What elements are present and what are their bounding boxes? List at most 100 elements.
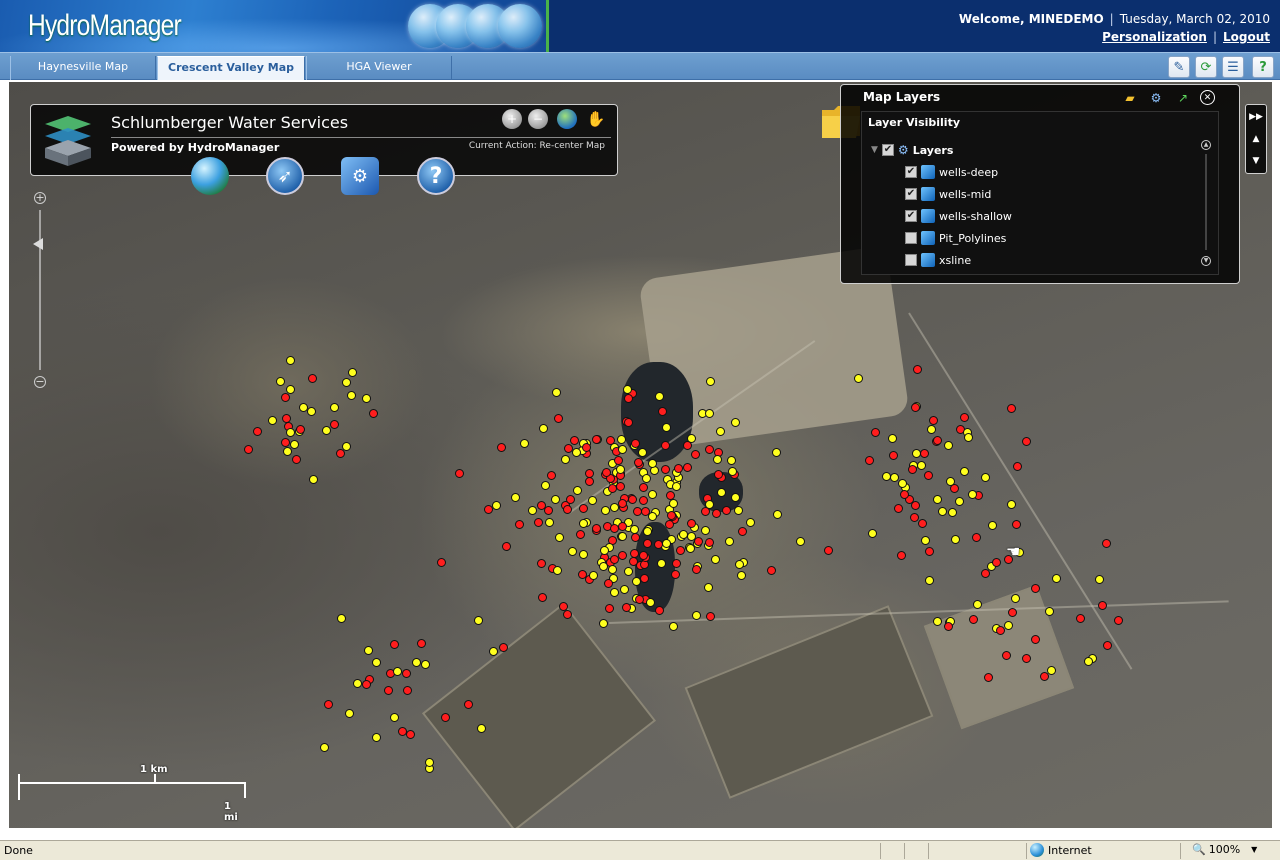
well-marker[interactable] [639,551,648,560]
well-marker[interactable] [868,529,877,538]
well-marker[interactable] [1002,651,1011,660]
help-icon[interactable]: ? [417,157,455,195]
well-marker[interactable] [1076,614,1085,623]
well-marker[interactable] [576,530,585,539]
well-marker[interactable] [713,455,722,464]
well-marker[interactable] [686,544,695,553]
well-marker[interactable] [701,526,710,535]
well-marker[interactable] [924,471,933,480]
well-marker[interactable] [662,539,671,548]
well-marker[interactable] [658,407,667,416]
well-marker[interactable] [920,449,929,458]
edit-icon[interactable]: ✎ [1168,56,1190,78]
well-marker[interactable] [592,524,601,533]
well-marker[interactable] [617,435,626,444]
well-marker[interactable] [541,481,550,490]
layer-row-pit-polylines[interactable]: Pit_Polylines [905,229,1006,247]
well-marker[interactable] [973,600,982,609]
full-extent-icon[interactable] [557,109,577,129]
well-marker[interactable] [640,574,649,583]
well-marker[interactable] [944,441,953,450]
well-marker[interactable] [917,461,926,470]
well-marker[interactable] [502,542,511,551]
well-marker[interactable] [648,490,657,499]
well-marker[interactable] [1098,601,1107,610]
well-marker[interactable] [716,427,725,436]
well-marker[interactable] [605,604,614,613]
notes-icon[interactable]: ☰ [1222,56,1244,78]
well-marker[interactable] [1095,575,1104,584]
layer-row-wells-mid[interactable]: ✔ wells-mid [905,185,991,203]
well-marker[interactable] [911,403,920,412]
well-marker[interactable] [568,547,577,556]
well-marker[interactable] [579,504,588,513]
well-marker[interactable] [606,436,615,445]
well-marker[interactable] [620,585,629,594]
well-marker[interactable] [639,483,648,492]
well-marker[interactable] [1012,520,1021,529]
well-marker[interactable] [731,418,740,427]
tab-haynesville-map[interactable]: Haynesville Map [10,56,156,80]
well-marker[interactable] [633,507,642,516]
well-marker[interactable] [889,451,898,460]
well-marker[interactable] [927,425,936,434]
layer-root-checkbox[interactable]: ✔ [881,144,894,156]
well-marker[interactable] [547,471,556,480]
zoom-out-icon[interactable]: − [528,109,548,129]
well-marker[interactable] [734,506,743,515]
layers-scrollbar[interactable]: ▲ ▼ [1201,140,1211,266]
well-marker[interactable] [642,474,651,483]
well-marker[interactable] [600,546,609,555]
well-marker[interactable] [561,455,570,464]
well-marker[interactable] [281,393,290,402]
well-marker[interactable] [384,686,393,695]
well-marker[interactable] [585,469,594,478]
well-marker[interactable] [671,570,680,579]
zoom-in-icon[interactable]: + [502,109,522,129]
well-marker[interactable] [630,549,639,558]
well-marker[interactable] [722,506,731,515]
well-marker[interactable] [796,537,805,546]
layer-checkbox[interactable] [905,232,917,244]
well-marker[interactable] [641,507,650,516]
well-marker[interactable] [955,497,964,506]
well-marker[interactable] [938,507,947,516]
well-marker[interactable] [712,509,721,518]
well-marker[interactable] [578,570,587,579]
well-marker[interactable] [345,709,354,718]
zoom-slider[interactable]: + − [32,190,48,390]
well-marker[interactable] [308,374,317,383]
well-marker[interactable] [631,439,640,448]
well-marker[interactable] [933,495,942,504]
tab-crescent-valley-map[interactable]: Crescent Valley Map [157,56,305,80]
well-marker[interactable] [772,448,781,457]
well-marker[interactable] [608,565,617,574]
well-marker[interactable] [683,441,692,450]
well-marker[interactable] [951,535,960,544]
well-marker[interactable] [933,436,942,445]
well-marker[interactable] [622,603,631,612]
well-marker[interactable] [960,467,969,476]
well-marker[interactable] [854,374,863,383]
open-folder-icon[interactable]: ▰ [1121,89,1139,107]
well-marker[interactable] [425,758,434,767]
well-marker[interactable] [369,409,378,418]
well-marker[interactable] [639,496,648,505]
well-marker[interactable] [342,442,351,451]
well-marker[interactable] [286,356,295,365]
well-marker[interactable] [705,409,714,418]
well-marker[interactable] [1007,404,1016,413]
well-marker[interactable] [646,598,655,607]
well-marker[interactable] [610,588,619,597]
well-marker[interactable] [1007,500,1016,509]
well-marker[interactable] [661,441,670,450]
well-marker[interactable] [579,519,588,528]
well-marker[interactable] [563,505,572,514]
well-marker[interactable] [705,500,714,509]
well-marker[interactable] [674,464,683,473]
well-marker[interactable] [582,443,591,452]
well-marker[interactable] [492,501,501,510]
well-marker[interactable] [648,459,657,468]
well-marker[interactable] [579,550,588,559]
well-marker[interactable] [618,551,627,560]
